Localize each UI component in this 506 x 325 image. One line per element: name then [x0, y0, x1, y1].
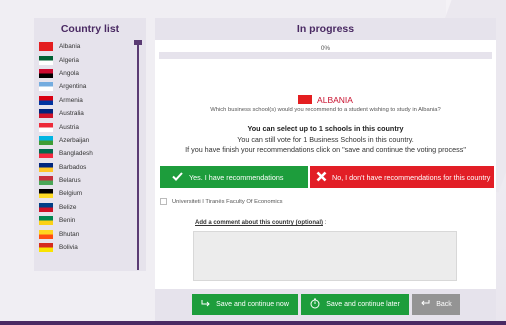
country-list-item-label: Belize	[59, 203, 77, 211]
country-list-item[interactable]: Belize	[39, 201, 139, 214]
votes-remaining-note: You can still vote for 1 Business School…	[237, 135, 414, 144]
country-list-item-label: Algeria	[59, 56, 79, 64]
school-label: Universiteti I Tiranës Faculty Of Econom…	[172, 198, 283, 205]
country-list-item[interactable]: Albania	[39, 40, 139, 53]
country-list-item[interactable]: Australia	[39, 107, 139, 120]
country-list-item-label: Bhutan	[59, 230, 80, 238]
country-list-item-label: Austria	[59, 123, 79, 131]
country-list-item[interactable]: Barbados	[39, 161, 139, 174]
no-recommendations-button[interactable]: No, I don't have recommendations for thi…	[310, 166, 494, 188]
flag-icon	[39, 55, 53, 65]
country-list-item-label: Bolivia	[59, 244, 78, 252]
back-label: Back	[436, 301, 452, 308]
country-list-item[interactable]: Argentina	[39, 80, 139, 93]
stopwatch-icon	[310, 298, 320, 311]
return-arrow-icon	[420, 300, 430, 309]
back-button[interactable]: Back	[412, 294, 460, 315]
country-list-item-label: Armenia	[59, 96, 83, 104]
flag-icon	[39, 202, 53, 212]
flag-icon	[39, 122, 53, 132]
selection-limit-note: You can select up to 1 schools in this c…	[247, 124, 404, 133]
country-list-title: Country list	[60, 23, 120, 35]
country-list-item[interactable]: Bolivia	[39, 241, 139, 254]
country-list-item-label: Australia	[59, 110, 84, 118]
flag-icon	[39, 243, 53, 253]
voting-panel: In progress 0% ALBANIA Which business sc…	[155, 18, 496, 321]
country-list-item-label: Bangladesh	[59, 150, 93, 158]
country-list-item[interactable]: Austria	[39, 120, 139, 133]
comment-label: Add a comment about this country (option…	[195, 220, 326, 226]
country-list-item-label: Belgium	[59, 190, 83, 198]
cross-icon	[316, 171, 327, 184]
action-footer: Save and continue now Save and continue …	[155, 289, 496, 321]
comment-label-text: Add a comment about this country (option…	[195, 220, 323, 226]
save-continue-now-label: Save and continue now	[216, 301, 289, 308]
country-list-item-label: Angola	[59, 69, 79, 77]
country-list: Albania Algeria Angola Argentina Armenia Aust…	[39, 40, 139, 268]
country-list-item[interactable]: Bangladesh	[39, 147, 139, 160]
country-list-item[interactable]: Azerbaijan	[39, 134, 139, 147]
yes-recommendations-label: Yes. I have recommendations	[189, 172, 284, 182]
question-text: Which business school(s) would you recom…	[210, 107, 441, 113]
save-continue-later-button[interactable]: Save and continue later	[301, 294, 409, 315]
country-list-item-label: Azerbaijan	[59, 136, 90, 144]
country-list-item[interactable]: Angola	[39, 67, 139, 80]
enter-arrow-icon	[201, 300, 210, 309]
flag-icon	[39, 82, 53, 92]
country-list-scroll-thumb[interactable]	[134, 40, 142, 45]
school-option[interactable]: Universiteti I Tiranës Faculty Of Econom…	[160, 198, 283, 205]
flag-icon	[39, 162, 53, 172]
progress-bar	[159, 52, 492, 59]
flag-icon	[39, 189, 53, 199]
flag-icon	[39, 176, 53, 186]
country-list-item[interactable]: Belgium	[39, 187, 139, 200]
save-continue-now-button[interactable]: Save and continue now	[192, 294, 298, 315]
comment-label-suffix: :	[323, 220, 327, 226]
country-list-scrollbar[interactable]	[137, 40, 139, 270]
progress-title: In progress	[155, 18, 496, 40]
country-list-item[interactable]: Benin	[39, 214, 139, 227]
country-list-item-label: Belarus	[59, 177, 81, 185]
country-list-panel: Country list Albania Algeria Angola Argenti…	[34, 18, 146, 271]
flag-icon	[39, 216, 53, 226]
comment-textarea[interactable]	[193, 231, 457, 281]
country-list-item[interactable]: Bhutan	[39, 227, 139, 240]
flag-icon	[39, 95, 53, 105]
country-list-item[interactable]: Armenia	[39, 94, 139, 107]
country-list-item-label: Barbados	[59, 163, 87, 171]
yes-recommendations-button[interactable]: Yes. I have recommendations	[160, 166, 308, 188]
flag-icon	[39, 42, 53, 52]
country-list-item[interactable]: Belarus	[39, 174, 139, 187]
flag-icon	[39, 68, 53, 78]
flag-icon	[39, 149, 53, 159]
finish-instruction-note: If you have finish your recommendations …	[185, 145, 466, 154]
no-recommendations-label: No, I don't have recommendations for thi…	[332, 172, 491, 182]
country-list-item-label: Albania	[59, 43, 81, 51]
country-list-item-label: Benin	[59, 217, 76, 225]
country-list-item-label: Argentina	[59, 83, 87, 91]
country-name: ALBANIA	[317, 94, 353, 105]
save-continue-later-label: Save and continue later	[326, 301, 400, 308]
country-list-item[interactable]: Algeria	[39, 53, 139, 66]
flag-icon	[39, 229, 53, 239]
country-name-wrap: ALBANIA	[298, 95, 353, 105]
bottom-accent-bar	[0, 321, 506, 325]
school-checkbox[interactable]	[160, 198, 167, 205]
flag-icon	[39, 135, 53, 145]
progress-percent: 0%	[320, 45, 331, 52]
checkmark-icon	[172, 171, 183, 183]
albania-flag-icon	[298, 95, 313, 104]
flag-icon	[39, 109, 53, 119]
